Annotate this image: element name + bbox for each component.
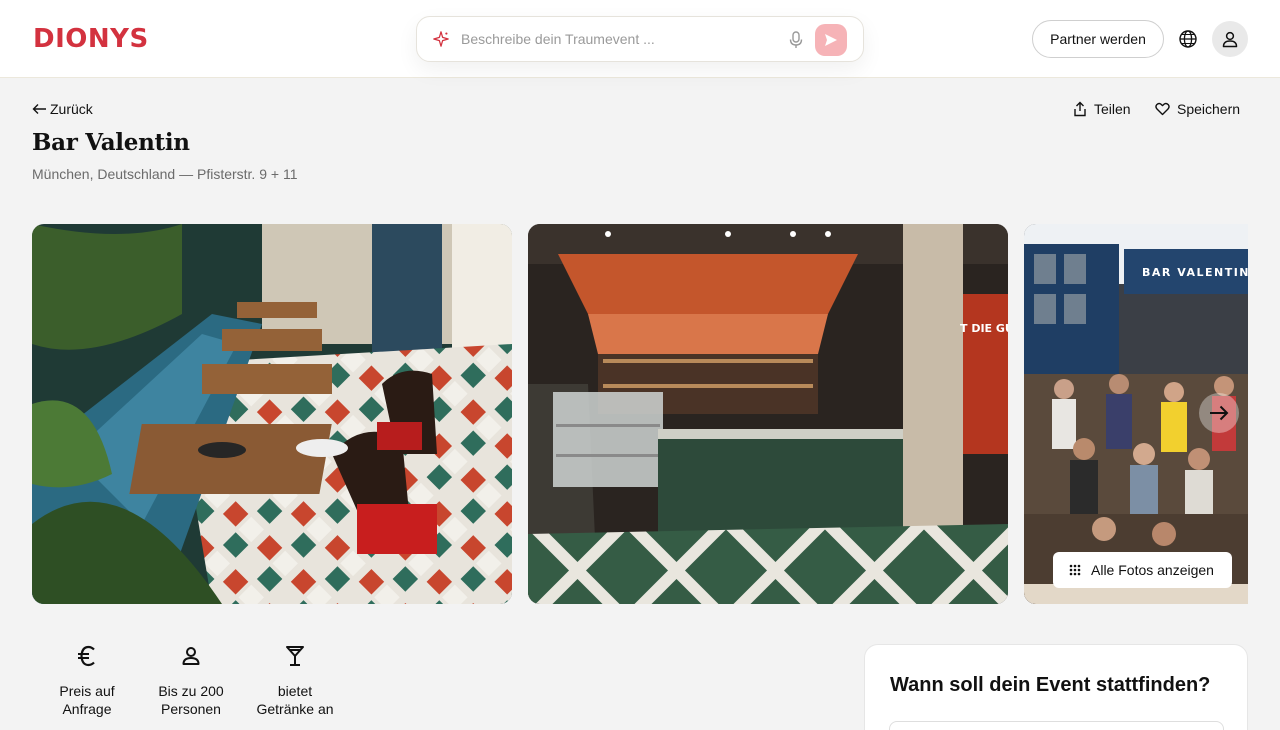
send-icon: [825, 34, 837, 46]
share-label: Teilen: [1094, 101, 1131, 117]
venue-location: München, Deutschland — Pfisterstr. 9 + 1…: [32, 166, 298, 182]
feature-drinks-line1: bietet: [277, 683, 313, 699]
venue-title: Bar Valentin: [32, 129, 190, 156]
next-photo-button[interactable]: [1199, 393, 1239, 433]
restaurant-terrace-photo[interactable]: [32, 224, 512, 604]
feature-price-line1: Preis auf: [59, 683, 115, 699]
share-icon: [1074, 101, 1086, 117]
feature-drinks-line2: Getränke an: [256, 701, 334, 717]
share-button[interactable]: Teilen: [1073, 101, 1131, 117]
heart-icon: [1155, 102, 1170, 116]
person-icon: [182, 647, 200, 665]
cocktail-icon: [286, 646, 304, 666]
sparkle-icon: [433, 31, 449, 47]
send-button[interactable]: [815, 24, 847, 56]
booking-card: Wann soll dein Event stattfinden?: [864, 644, 1248, 730]
photo3-sign: BAR VALENTIN: [1142, 266, 1248, 279]
bar-counter-photo[interactable]: T DIE GUTE ALT: [528, 224, 1008, 604]
all-photos-label: Alle Fotos anzeigen: [1091, 562, 1214, 578]
partner-button[interactable]: Partner werden: [1032, 20, 1164, 58]
feature-capacity-line2: Personen: [161, 701, 221, 717]
save-button[interactable]: Speichern: [1155, 101, 1240, 117]
feature-capacity-line1: Bis zu 200: [158, 683, 224, 699]
back-link[interactable]: Zurück: [32, 101, 93, 117]
euro-icon: [78, 645, 95, 667]
feature-capacity: Bis zu 200 Personen: [141, 645, 241, 718]
user-icon: [1222, 31, 1238, 48]
feature-drinks: bietet Getränke an: [245, 645, 345, 718]
top-navigation-bar: DIONYS Partner werden: [0, 0, 1280, 78]
search-bar[interactable]: [416, 16, 864, 62]
photo2-sign: T DIE GUTE ALT: [960, 322, 1008, 335]
feature-price-line2: Anfrage: [62, 701, 112, 717]
back-label: Zurück: [50, 101, 93, 117]
arrow-left-icon: [32, 104, 46, 114]
grid-icon: [1069, 564, 1081, 576]
all-photos-button[interactable]: Alle Fotos anzeigen: [1053, 552, 1232, 588]
feature-price: Preis auf Anfrage: [37, 645, 137, 718]
arrow-right-icon: [1210, 405, 1229, 421]
globe-icon[interactable]: [1178, 29, 1198, 49]
search-input[interactable]: [461, 28, 781, 50]
save-label: Speichern: [1177, 101, 1241, 117]
date-field[interactable]: [889, 721, 1224, 730]
booking-title: Wann soll dein Event stattfinden?: [890, 674, 1211, 696]
dionys-logo[interactable]: DIONYS: [33, 24, 149, 54]
user-menu-button[interactable]: [1212, 21, 1248, 57]
microphone-icon[interactable]: [787, 30, 805, 50]
